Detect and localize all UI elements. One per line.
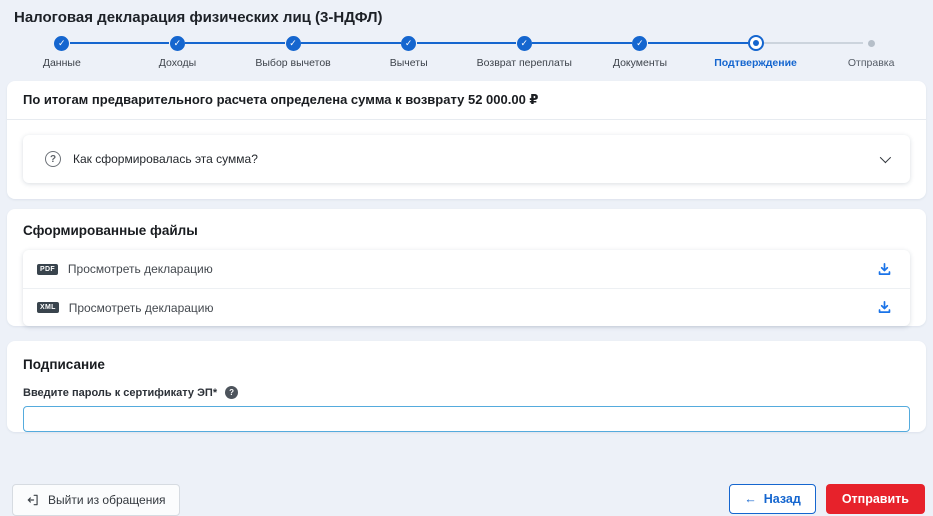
back-button[interactable]: ← Назад xyxy=(729,484,816,514)
footer-right-actions: ← Назад Отправить xyxy=(729,484,925,514)
certificate-password-input[interactable] xyxy=(23,406,910,432)
chevron-down-icon xyxy=(879,151,892,164)
check-icon: ✓ xyxy=(516,35,532,51)
step-label: Отправка xyxy=(847,57,895,69)
step-label: Подтверждение xyxy=(714,57,797,69)
files-section-title: Сформированные файлы xyxy=(23,223,198,238)
step-label: Возврат переплаты xyxy=(476,57,572,69)
current-step-dot xyxy=(747,35,764,51)
files-list: PDF Просмотреть декларацию XML Просмотре… xyxy=(23,250,910,326)
step-sending: Отправка xyxy=(813,35,929,81)
step-label: Доходы xyxy=(158,57,197,69)
certificate-password-label: Введите пароль к сертификату ЭП* xyxy=(23,386,218,399)
step-deduction-choice[interactable]: ✓ Выбор вычетов xyxy=(235,35,351,81)
back-arrow-icon: ← xyxy=(744,492,757,506)
step-incomes[interactable]: ✓ Доходы xyxy=(119,35,236,81)
question-circle-icon: ? xyxy=(45,151,61,167)
page-title: Налоговая декларация физических лиц (3-Н… xyxy=(14,9,383,26)
step-label: Вычеты xyxy=(389,57,428,69)
check-icon: ✓ xyxy=(285,35,301,51)
footer-actions: Выйти из обращения ← Назад Отправить xyxy=(0,484,933,516)
check-icon: ✓ xyxy=(169,35,185,51)
file-row-pdf[interactable]: PDF Просмотреть декларацию xyxy=(23,250,910,288)
file-label: Просмотреть декларацию xyxy=(67,262,213,276)
step-deductions[interactable]: ✓ Вычеты xyxy=(350,35,467,81)
refund-summary-card: По итогам предварительного расчета опред… xyxy=(7,81,926,199)
step-label: Выбор вычетов xyxy=(255,57,331,69)
download-icon xyxy=(878,262,890,275)
step-documents[interactable]: ✓ Документы xyxy=(582,35,698,81)
download-xml-button[interactable] xyxy=(872,296,896,320)
step-label: Документы xyxy=(612,57,667,69)
back-button-label: Назад xyxy=(763,492,801,506)
accordion-wrap: ? Как сформировалась эта сумма? xyxy=(7,120,926,199)
check-icon: ✓ xyxy=(401,35,417,51)
file-row-xml[interactable]: XML Просмотреть декларацию xyxy=(23,288,910,326)
check-icon: ✓ xyxy=(632,35,648,51)
step-label: Данные xyxy=(42,57,81,69)
help-icon[interactable]: ? xyxy=(225,386,239,399)
upcoming-step-dot xyxy=(867,39,875,47)
submit-button[interactable]: Отправить xyxy=(825,484,925,514)
stepper: ✓ Данные ✓ Доходы ✓ Выбор вычетов ✓ Выче… xyxy=(4,35,929,81)
generated-files-card: Сформированные файлы PDF Просмотреть дек… xyxy=(7,209,926,326)
password-label-row: Введите пароль к сертификату ЭП* ? xyxy=(23,386,910,399)
download-icon xyxy=(878,300,890,313)
exit-request-button[interactable]: Выйти из обращения xyxy=(12,484,180,516)
step-confirmation[interactable]: Подтверждение xyxy=(697,35,814,81)
step-overpayment-refund[interactable]: ✓ Возврат переплаты xyxy=(466,35,583,81)
signing-card: Подписание Введите пароль к сертификату … xyxy=(7,341,926,432)
download-pdf-button[interactable] xyxy=(872,257,896,281)
how-sum-formed-accordion[interactable]: ? Как сформировалась эта сумма? xyxy=(23,135,910,183)
step-data[interactable]: ✓ Данные xyxy=(4,35,120,81)
xml-file-icon: XML xyxy=(37,302,59,313)
check-icon: ✓ xyxy=(54,35,70,51)
refund-summary-message: По итогам предварительного расчета опред… xyxy=(7,81,926,120)
exit-button-label: Выйти из обращения xyxy=(48,493,166,507)
signing-section-title: Подписание xyxy=(23,357,105,372)
file-label: Просмотреть декларацию xyxy=(68,300,214,315)
pdf-file-icon: PDF xyxy=(37,263,58,275)
confirmation-page: Налоговая декларация физических лиц (3-Н… xyxy=(0,0,933,516)
accordion-question-label: Как сформировалась эта сумма? xyxy=(73,152,258,166)
exit-icon xyxy=(27,494,38,506)
